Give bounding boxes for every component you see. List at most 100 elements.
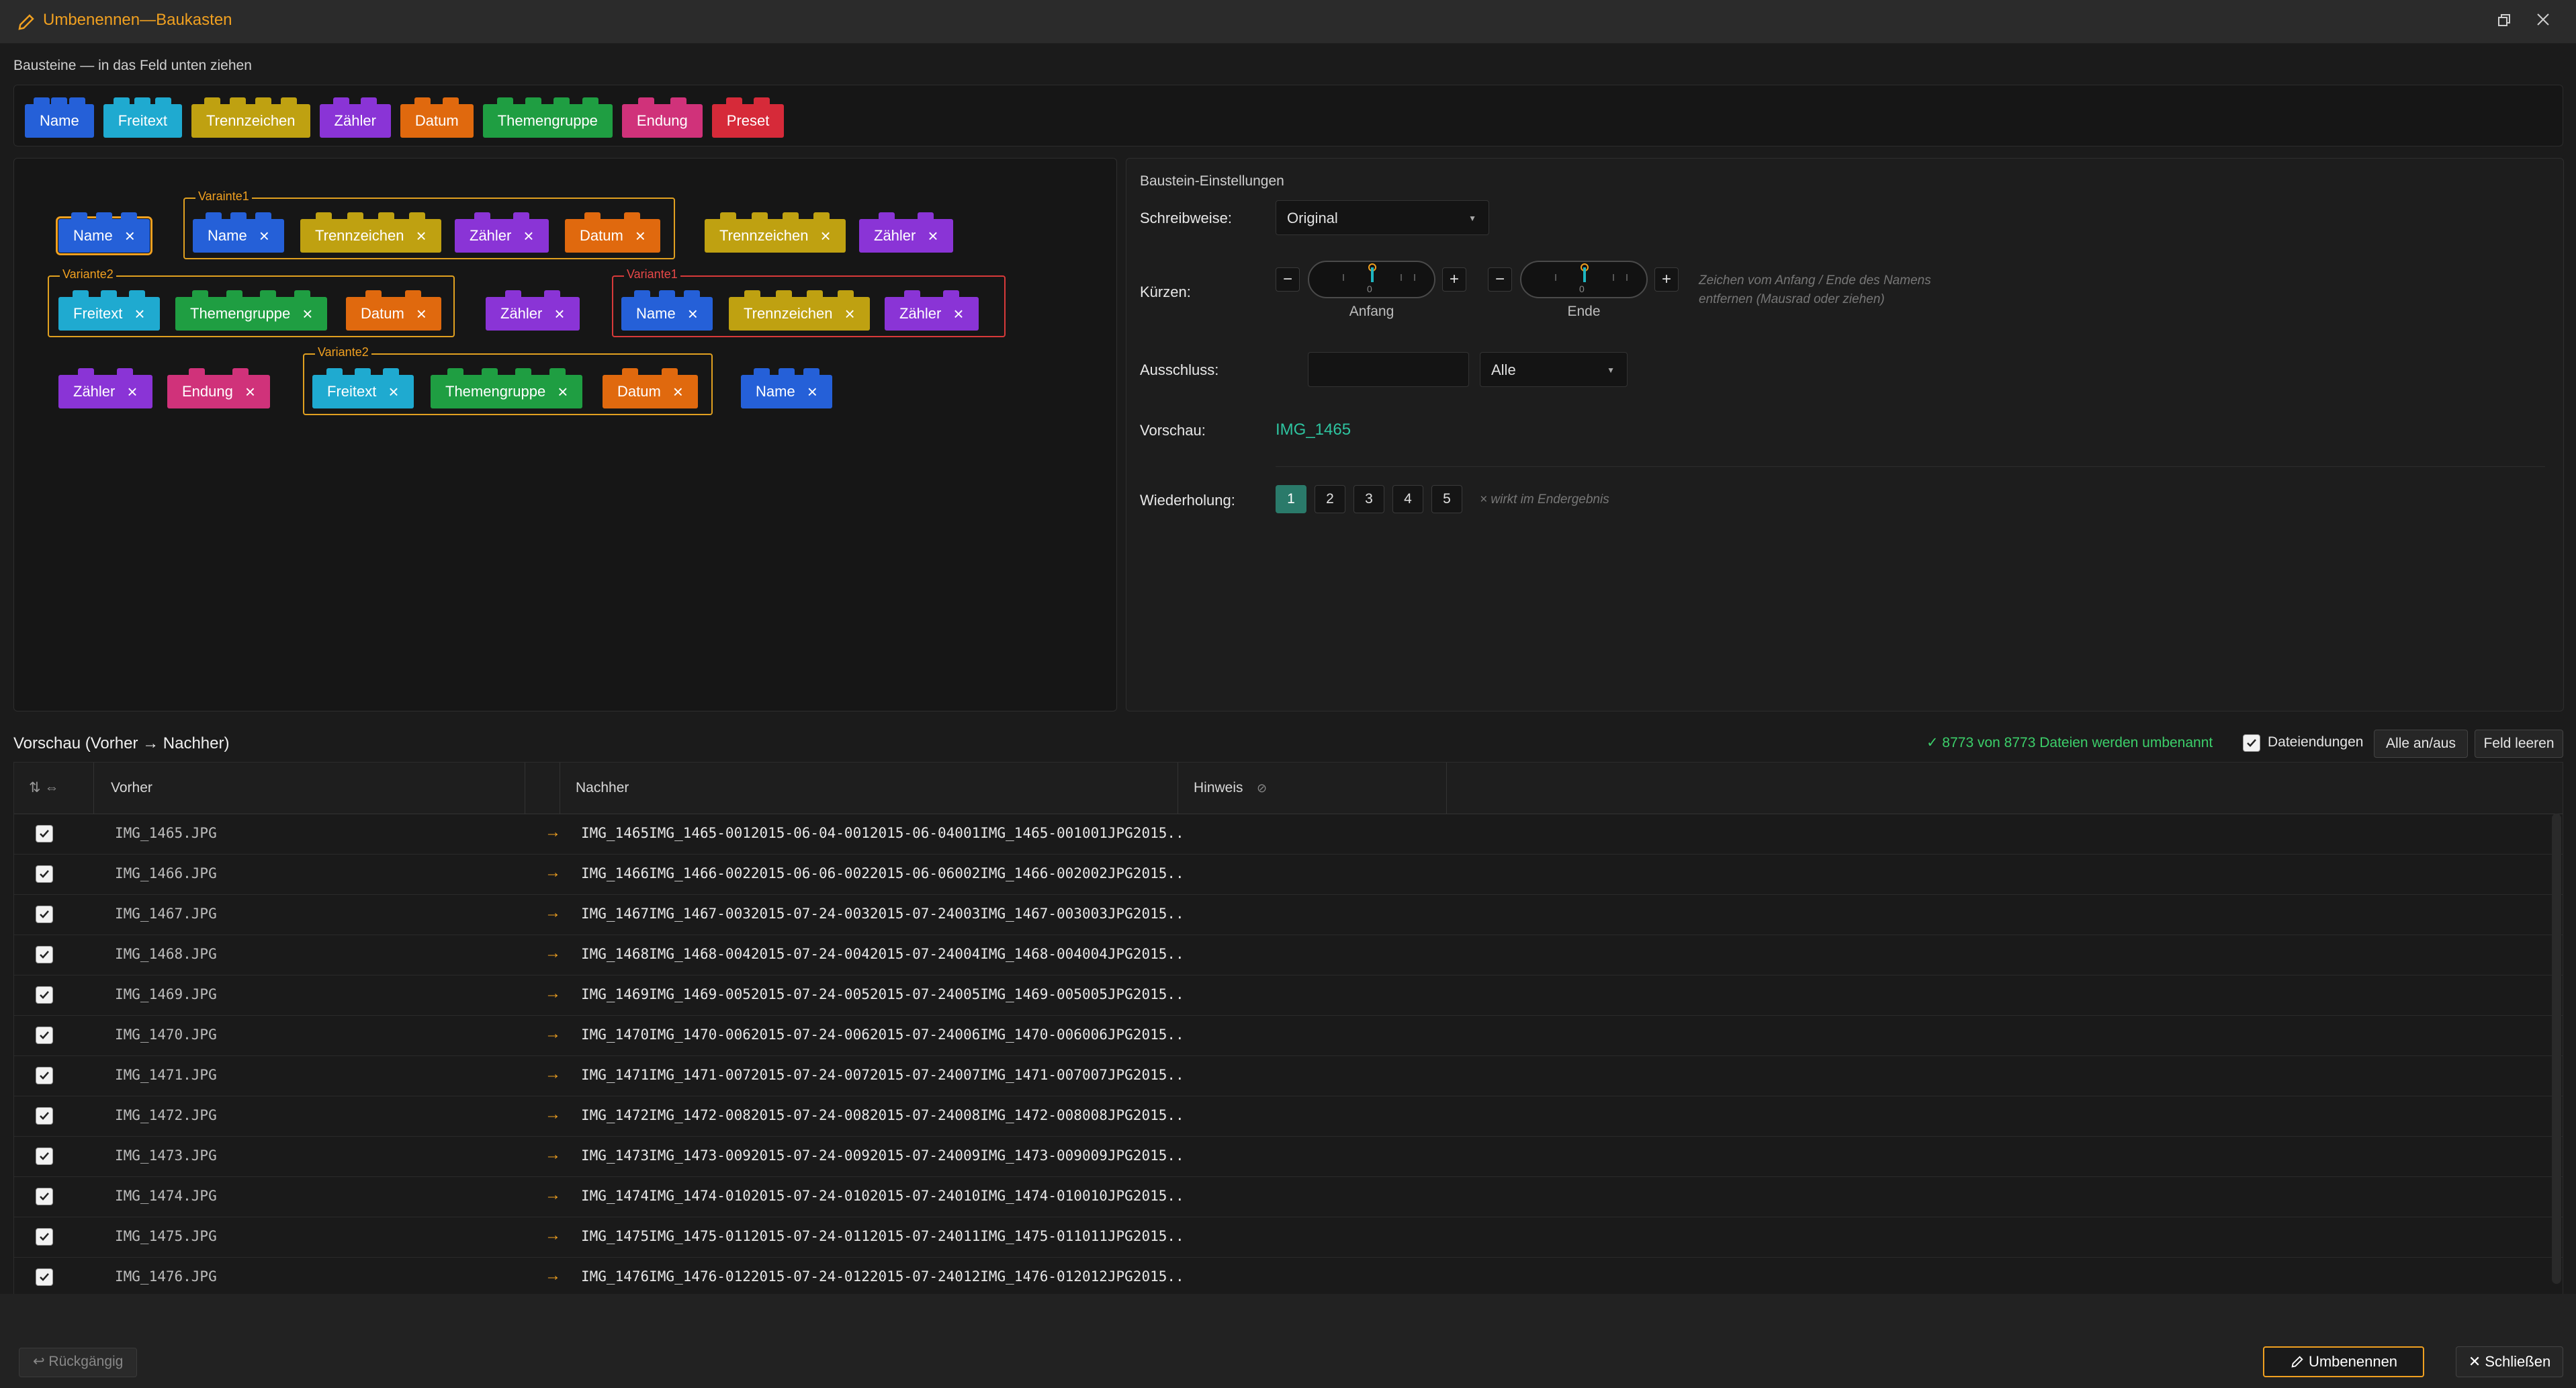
row-checkbox[interactable]: [36, 1027, 53, 1044]
remove-icon[interactable]: ×: [245, 383, 255, 400]
row-checkbox[interactable]: [36, 1107, 53, 1125]
rename-button[interactable]: Umbenennen: [2263, 1346, 2424, 1377]
table-row[interactable]: IMG_1466.JPG → IMG_1466IMG_1466-0022015-06…: [14, 854, 2563, 895]
anfang-decrement-button[interactable]: −: [1276, 267, 1300, 292]
canvas-brick-trennzeichen[interactable]: Trennzeichen ×: [300, 212, 441, 253]
row-checkbox[interactable]: [36, 906, 53, 923]
schreibweise-select[interactable]: Original ▼: [1276, 200, 1489, 235]
scrollbar[interactable]: [2552, 814, 2561, 1284]
remove-icon[interactable]: ×: [688, 305, 698, 322]
row-checkbox[interactable]: [36, 946, 53, 963]
clear-field-button[interactable]: Feld leeren: [2475, 730, 2563, 758]
canvas-brick-zaehler[interactable]: Zähler ×: [58, 368, 152, 408]
canvas-brick-zaehler[interactable]: Zähler ×: [859, 212, 953, 253]
row-checkbox[interactable]: [36, 1188, 53, 1205]
canvas-brick-freitext[interactable]: Freitext ×: [58, 290, 160, 331]
undo-button[interactable]: ↩ Rückgängig: [19, 1348, 138, 1377]
column-vorher[interactable]: Vorher: [111, 763, 152, 814]
remove-icon[interactable]: ×: [302, 305, 312, 322]
remove-icon[interactable]: ×: [127, 383, 137, 400]
row-checkbox[interactable]: [36, 986, 53, 1004]
palette-brick-trennzeichen[interactable]: Trennzeichen: [191, 97, 310, 138]
row-checkbox[interactable]: [36, 825, 53, 842]
table-row[interactable]: IMG_1465.JPG → IMG_1465IMG_1465-0012015-06…: [14, 814, 2563, 855]
table-row[interactable]: IMG_1469.JPG → IMG_1469IMG_1469-0052015-07…: [14, 975, 2563, 1016]
table-row[interactable]: IMG_1472.JPG → IMG_1472IMG_1472-0082015-07…: [14, 1096, 2563, 1137]
remove-icon[interactable]: ×: [134, 305, 144, 322]
wiederholung-option-1[interactable]: 1: [1276, 485, 1306, 513]
palette-brick-datum[interactable]: Datum: [400, 97, 474, 138]
table-row[interactable]: IMG_1474.JPG → IMG_1474IMG_1474-0102015-07…: [14, 1176, 2563, 1217]
canvas-brick-freitext[interactable]: Freitext ×: [312, 368, 414, 408]
canvas-brick-name[interactable]: Name ×: [56, 212, 152, 255]
remove-icon[interactable]: ×: [558, 383, 568, 400]
row-checkbox[interactable]: [36, 1228, 53, 1246]
column-nachher[interactable]: Nachher: [576, 763, 629, 814]
table-row[interactable]: IMG_1471.JPG → IMG_1471IMG_1471-0072015-07…: [14, 1055, 2563, 1096]
ausschluss-input[interactable]: [1308, 352, 1469, 387]
sort-icon[interactable]: ⇅ ⇔: [29, 763, 58, 814]
table-row[interactable]: IMG_1475.JPG → IMG_1475IMG_1475-0112015-07…: [14, 1217, 2563, 1258]
canvas-brick-datum[interactable]: Datum ×: [346, 290, 441, 331]
table-row[interactable]: IMG_1470.JPG → IMG_1470IMG_1470-0062015-07…: [14, 1015, 2563, 1056]
palette-brick-name[interactable]: Name: [25, 97, 94, 138]
remove-icon[interactable]: ×: [673, 383, 683, 400]
remove-icon[interactable]: ×: [259, 227, 269, 245]
remove-icon[interactable]: ×: [416, 305, 427, 322]
ende-knob[interactable]: 0: [1520, 261, 1648, 298]
table-row[interactable]: IMG_1476.JPG → IMG_1476IMG_1476-0122015-07…: [14, 1257, 2563, 1295]
table-row[interactable]: IMG_1468.JPG → IMG_1468IMG_1468-0042015-07…: [14, 935, 2563, 975]
row-checkbox[interactable]: [36, 1147, 53, 1165]
table-row[interactable]: IMG_1473.JPG → IMG_1473IMG_1473-0092015-07…: [14, 1136, 2563, 1177]
palette-brick-freitext[interactable]: Freitext: [103, 97, 183, 138]
remove-icon[interactable]: ×: [554, 305, 564, 322]
wiederholung-option-4[interactable]: 4: [1392, 485, 1423, 513]
canvas-brick-name[interactable]: Name ×: [741, 368, 832, 408]
anfang-knob[interactable]: 0: [1308, 261, 1435, 298]
row-checkbox[interactable]: [36, 1067, 53, 1084]
remove-icon[interactable]: ×: [820, 227, 830, 245]
wiederholung-option-5[interactable]: 5: [1431, 485, 1462, 513]
row-checkbox[interactable]: [36, 865, 53, 883]
remove-icon[interactable]: ×: [523, 227, 533, 245]
canvas-brick-trennzeichen[interactable]: Trennzeichen ×: [705, 212, 846, 253]
column-hinweis[interactable]: Hinweis: [1194, 763, 1243, 814]
canvas-brick-trennzeichen[interactable]: Trennzeichen ×: [729, 290, 870, 331]
remove-icon[interactable]: ×: [388, 383, 398, 400]
canvas-brick-zaehler[interactable]: Zähler ×: [486, 290, 580, 331]
canvas-brick-zaehler[interactable]: Zähler ×: [455, 212, 549, 253]
palette-brick-preset[interactable]: Preset: [711, 97, 785, 138]
canvas-brick-themengruppe[interactable]: Themengruppe ×: [431, 368, 583, 408]
wiederholung-option-2[interactable]: 2: [1315, 485, 1345, 513]
canvas-brick-themengruppe[interactable]: Themengruppe ×: [175, 290, 328, 331]
restore-icon[interactable]: [2492, 9, 2516, 34]
palette-brick-themengruppe[interactable]: Themengruppe: [482, 97, 613, 138]
dateiendungen-checkbox[interactable]: [2243, 734, 2260, 752]
canvas-brick-zaehler[interactable]: Zähler ×: [885, 290, 979, 331]
remove-icon[interactable]: ×: [416, 227, 426, 245]
close-icon[interactable]: [2531, 9, 2555, 34]
ausschluss-scope-select[interactable]: Alle ▼: [1480, 352, 1628, 387]
canvas-brick-endung[interactable]: Endung ×: [167, 368, 271, 408]
palette-brick-zaehler[interactable]: Zähler: [319, 97, 391, 138]
remove-icon[interactable]: ×: [953, 305, 963, 322]
row-checkbox[interactable]: [36, 1268, 53, 1286]
palette-brick-endung[interactable]: Endung: [621, 97, 703, 138]
wiederholung-option-3[interactable]: 3: [1353, 485, 1384, 513]
canvas-brick-name[interactable]: Name ×: [621, 290, 713, 331]
remove-icon[interactable]: ×: [807, 383, 817, 400]
ende-decrement-button[interactable]: −: [1488, 267, 1512, 292]
ende-increment-button[interactable]: +: [1654, 267, 1679, 292]
anfang-increment-button[interactable]: +: [1442, 267, 1466, 292]
close-button[interactable]: ✕ Schließen: [2456, 1346, 2563, 1377]
canvas-brick-datum[interactable]: Datum ×: [565, 212, 660, 253]
toggle-all-button[interactable]: Alle an/aus: [2374, 730, 2468, 758]
remove-icon[interactable]: ×: [125, 227, 135, 245]
canvas-brick-name[interactable]: Name ×: [193, 212, 284, 253]
remove-icon[interactable]: ×: [844, 305, 854, 322]
build-canvas[interactable]: Name × Varainte1 Name × Trennzeichen × Zähl…: [13, 158, 1117, 711]
remove-icon[interactable]: ×: [928, 227, 938, 245]
table-row[interactable]: IMG_1467.JPG → IMG_1467IMG_1467-0032015-07…: [14, 894, 2563, 935]
remove-icon[interactable]: ×: [635, 227, 646, 245]
canvas-brick-datum[interactable]: Datum ×: [603, 368, 698, 408]
